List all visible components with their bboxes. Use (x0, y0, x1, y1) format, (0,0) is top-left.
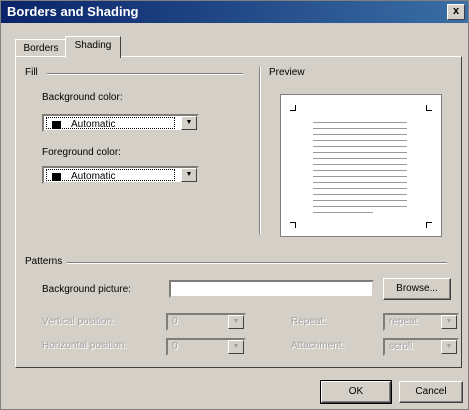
tab-borders[interactable]: Borders (15, 39, 67, 57)
tab-borders-label: Borders (23, 43, 59, 54)
ok-button-label: OK (348, 386, 364, 397)
close-button[interactable]: x (447, 4, 465, 20)
title-bar[interactable]: Borders and Shading x (1, 1, 468, 23)
close-icon: x (452, 5, 460, 17)
cancel-button-label: Cancel (415, 386, 447, 397)
cancel-button[interactable]: Cancel (399, 381, 463, 403)
shading-tab-panel (15, 56, 462, 368)
borders-and-shading-dialog: Borders and Shading x Borders Shading Fi… (0, 0, 469, 410)
ok-button[interactable]: OK (320, 380, 392, 404)
tab-shading-label: Shading (74, 40, 112, 51)
dialog-title: Borders and Shading (7, 4, 139, 19)
tab-shading[interactable]: Shading (65, 36, 121, 58)
